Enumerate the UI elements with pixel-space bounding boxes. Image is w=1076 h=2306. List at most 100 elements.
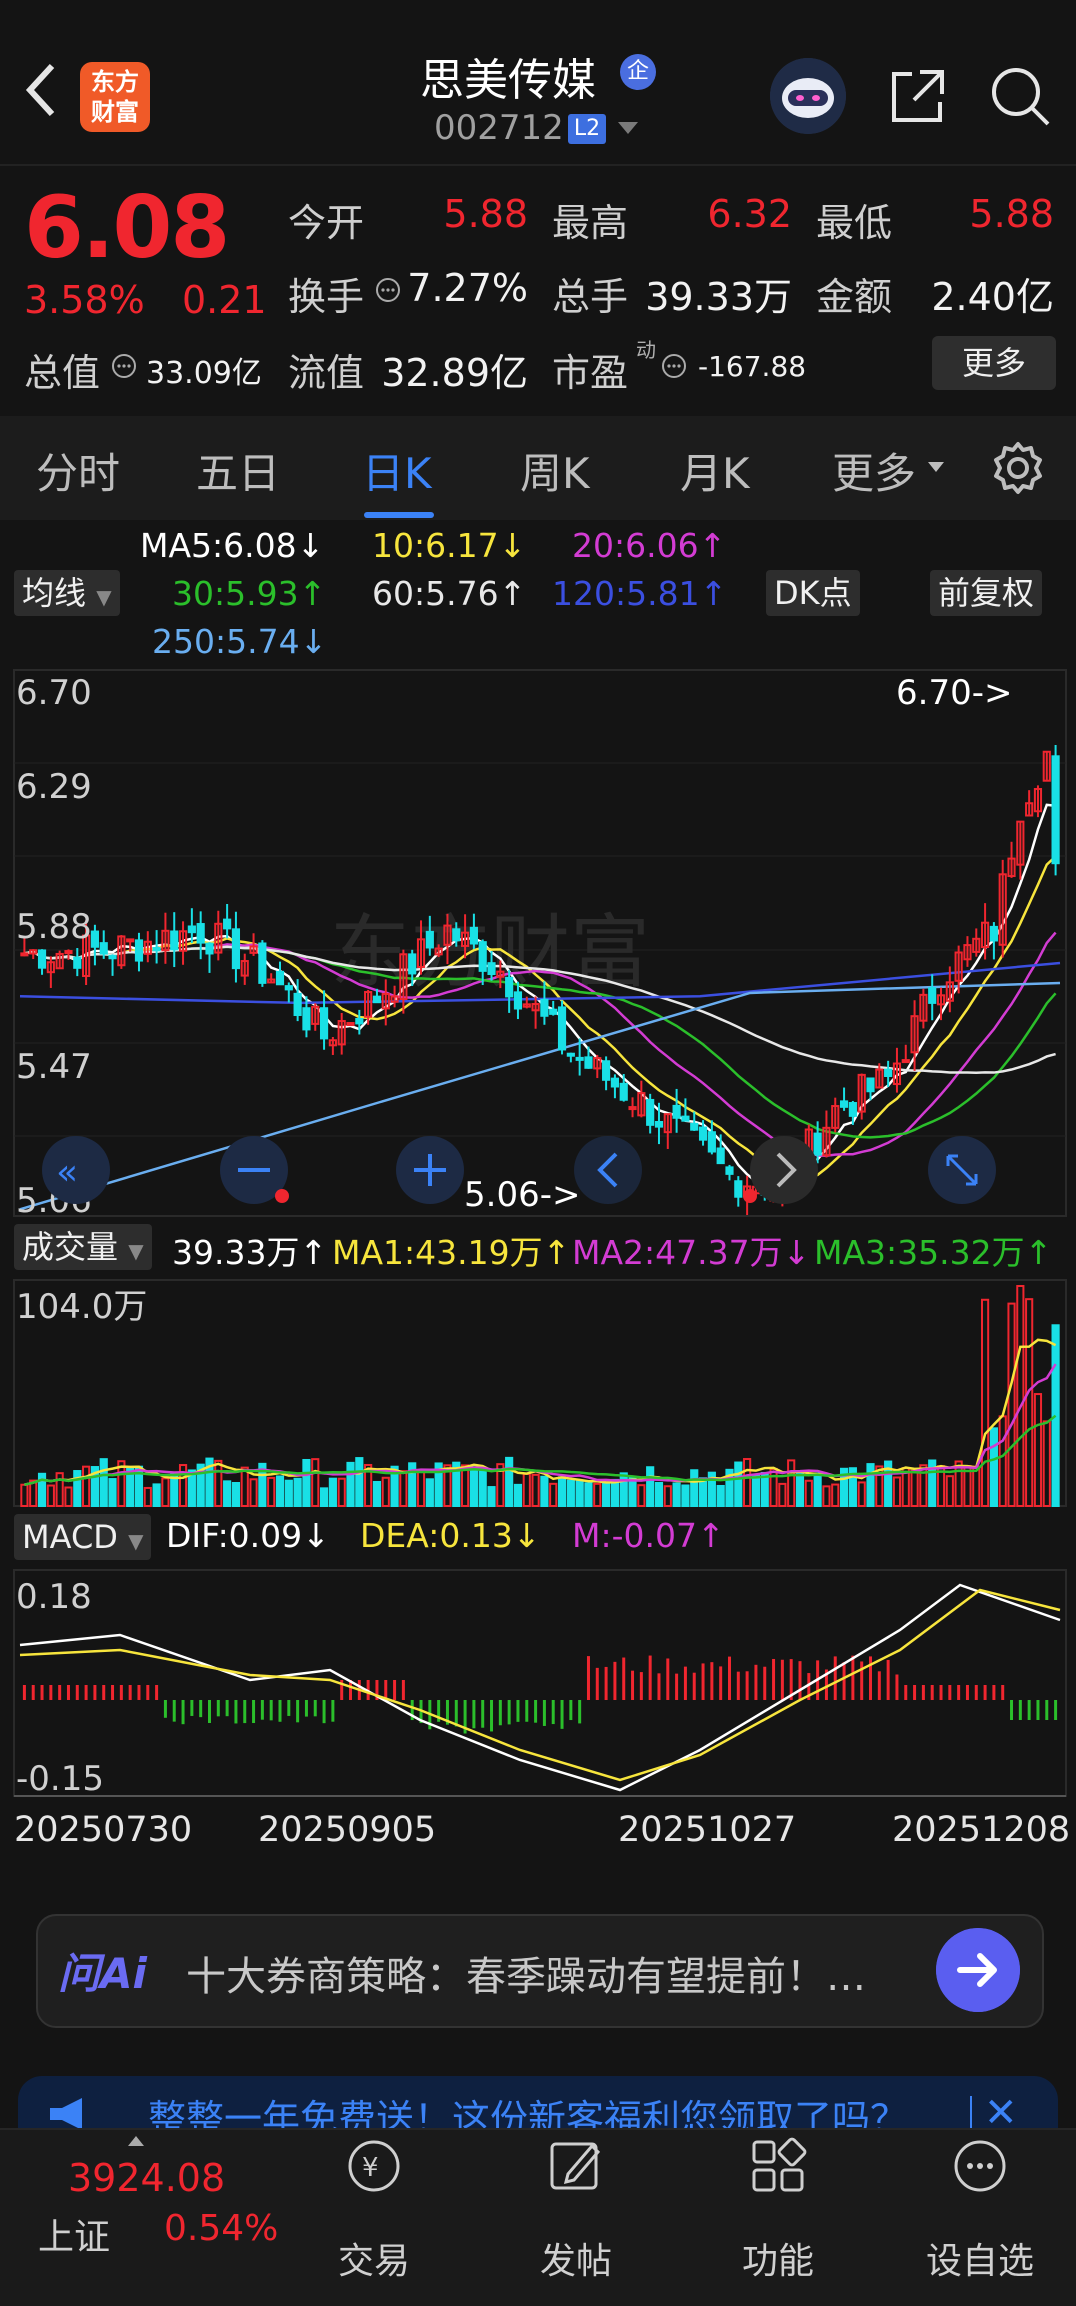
nav-add-watchlist[interactable]: 设自选 [900, 2232, 1060, 2284]
macd-y-top: 0.18 [16, 1577, 92, 1617]
candle-body [513, 991, 523, 1010]
volume-bar [619, 1472, 628, 1507]
scroll-left-button[interactable]: « [42, 1136, 110, 1204]
volume-ma-lines [24, 1338, 1057, 1486]
dk-point-chip[interactable]: DK点 [766, 570, 860, 616]
svg-text:¥: ¥ [362, 2153, 379, 2183]
zoom-in-button[interactable] [396, 1136, 464, 1204]
candle-body [928, 987, 937, 1004]
index-value[interactable]: 3924.08 [68, 2156, 225, 2200]
candle-body [866, 1077, 875, 1093]
volume-bar [866, 1463, 875, 1508]
tab-weekly-k[interactable]: 周K [520, 440, 590, 501]
more-dots-icon[interactable] [950, 2136, 1010, 2196]
volume-bar [593, 1482, 602, 1508]
tab-five-day[interactable]: 五日 [196, 440, 280, 501]
volume-bar [1025, 1298, 1034, 1507]
dif-line [19, 1583, 1061, 1792]
stock-code[interactable]: 002712 [434, 108, 564, 148]
info-icon[interactable] [374, 276, 402, 304]
candle-body [258, 942, 267, 984]
candle-body [487, 962, 496, 976]
candle-body [196, 923, 205, 944]
edit-post-icon[interactable] [546, 2136, 606, 2196]
header-divider [0, 164, 1076, 166]
back-arrow-icon[interactable] [22, 60, 62, 120]
volume-bar [989, 1427, 998, 1508]
ma30-value: 30:5.93↑ [172, 574, 327, 613]
nav-post[interactable]: 发帖 [496, 2232, 656, 2284]
candle-body [646, 1098, 655, 1126]
chevron-down-icon[interactable] [618, 122, 638, 134]
volume-bar [461, 1464, 470, 1508]
macd-dea: DEA:0.13↓ [360, 1516, 541, 1555]
amount-label: 金额 [816, 275, 893, 319]
caret-down-icon[interactable] [928, 462, 944, 472]
tab-daily-k[interactable]: 日K [362, 440, 432, 501]
volume-bar [892, 1476, 902, 1508]
date-label-3: 20251027 [618, 1810, 797, 1850]
candle-body [478, 941, 487, 972]
level2-badge[interactable]: L2 [568, 114, 606, 144]
volume-bar [311, 1458, 320, 1507]
candle-body [425, 930, 434, 949]
open-label: 今开 [288, 201, 365, 245]
more-quote-button[interactable]: 更多 [932, 336, 1056, 390]
candle-body [73, 956, 82, 969]
volume-bar [284, 1479, 293, 1508]
fullscreen-button[interactable] [928, 1136, 996, 1204]
robot-assistant-icon[interactable] [770, 58, 846, 134]
info-icon[interactable] [660, 352, 688, 380]
candle-body [690, 1122, 699, 1131]
change-percent: 3.58% [24, 278, 145, 322]
search-icon[interactable] [988, 64, 1052, 128]
info-icon[interactable] [110, 352, 138, 380]
nav-trade[interactable]: 交易 [294, 2232, 454, 2284]
zoom-out-button[interactable] [220, 1136, 289, 1204]
ai-logo: 问Ai [58, 1949, 147, 1998]
tab-monthly-k[interactable]: 月K [680, 440, 750, 501]
volume-bar [751, 1474, 761, 1507]
volume-ma-line [24, 1414, 1057, 1486]
prev-candle-button[interactable] [574, 1136, 642, 1204]
candle-body [549, 1008, 558, 1015]
candle-body [469, 926, 478, 945]
candle-body [319, 1007, 329, 1040]
volume-bar [319, 1487, 329, 1508]
volume-bar [681, 1484, 690, 1507]
share-icon[interactable] [886, 64, 950, 128]
logo-text-bottom: 财富 [91, 98, 139, 126]
volume-bar [610, 1478, 619, 1508]
volume-bar [813, 1472, 822, 1507]
index-name[interactable]: 上证 [38, 2208, 110, 2260]
ma-selector-chip[interactable]: 均线 ▼ [14, 570, 120, 616]
macd-selector-chip[interactable]: MACD ▼ [14, 1514, 152, 1560]
caret-up-icon[interactable] [128, 2136, 144, 2146]
grid-functions-icon[interactable] [748, 2136, 808, 2196]
nav-functions[interactable]: 功能 [698, 2232, 858, 2284]
volume-bar [487, 1486, 496, 1507]
ma-lines [19, 803, 1061, 1211]
macd-lines [19, 1583, 1061, 1792]
arrow-right-icon[interactable] [936, 1928, 1020, 2012]
index-percent[interactable]: 0.54% [164, 2208, 278, 2249]
volume-bar [831, 1483, 840, 1507]
volume-bar [822, 1485, 831, 1508]
candle-body [602, 1060, 611, 1081]
candle-body [372, 995, 382, 1004]
volume-selector-chip[interactable]: 成交量 ▼ [14, 1224, 152, 1270]
volume-bar [654, 1481, 664, 1508]
volume-bar [584, 1482, 593, 1507]
ma5-value: MA5:6.08↓ [140, 526, 325, 565]
ma10-value: 10:6.17↓ [372, 526, 527, 565]
turnover-label: 换手 [288, 275, 365, 319]
next-candle-button[interactable] [743, 1136, 818, 1204]
trade-icon[interactable]: ¥ [344, 2136, 404, 2196]
gear-icon[interactable] [990, 440, 1046, 496]
adjust-mode-chip[interactable]: 前复权 [930, 570, 1043, 616]
volume-bar [513, 1483, 523, 1508]
tab-more[interactable]: 更多 [832, 440, 916, 501]
candle-body [654, 1120, 664, 1128]
tab-intraday[interactable]: 分时 [36, 440, 120, 501]
ai-prompt-text[interactable]: 十大券商策略：春季躁动有望提前！… [186, 1944, 906, 2002]
